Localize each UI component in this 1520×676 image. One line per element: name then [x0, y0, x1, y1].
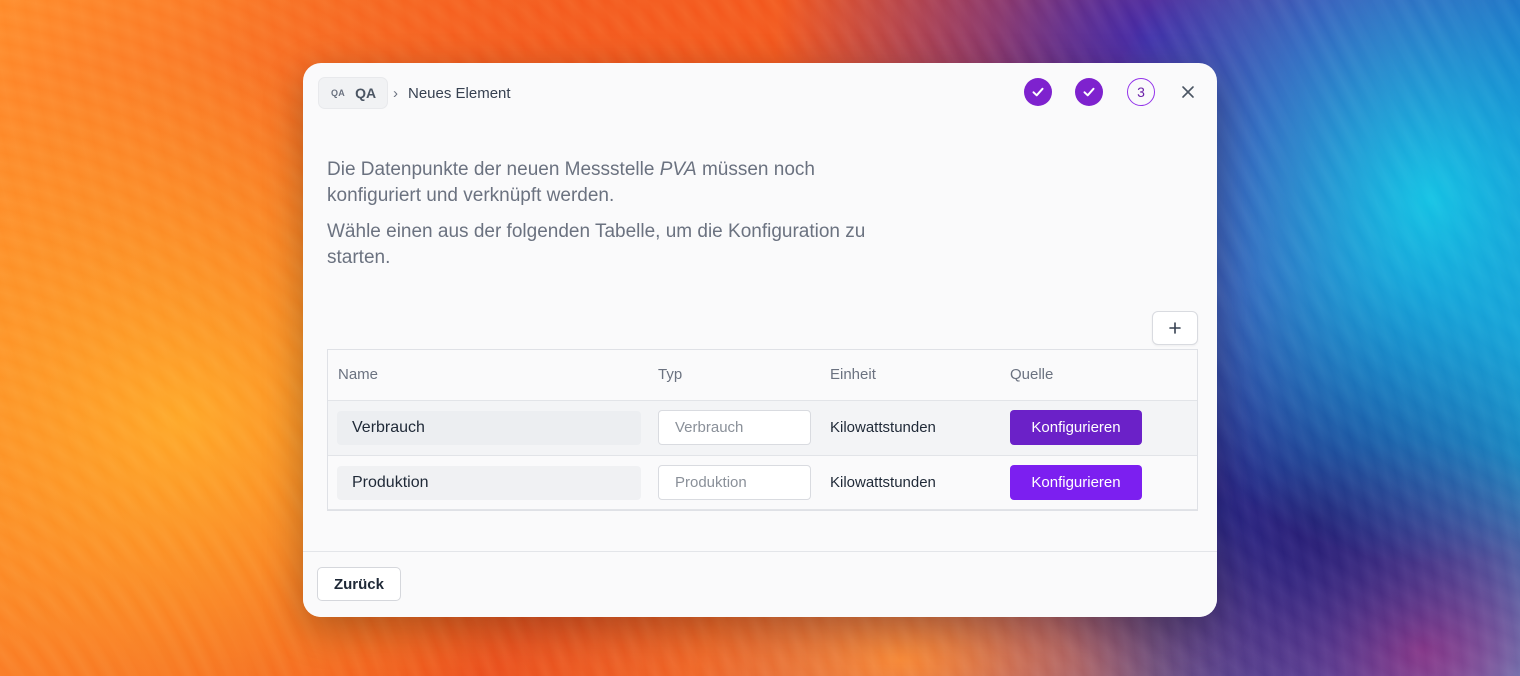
add-datapoint-button[interactable]: [1152, 311, 1198, 345]
step-number: 3: [1137, 84, 1145, 100]
check-icon: [1032, 87, 1044, 97]
intro-paragraph-1: Die Datenpunkte der neuen Messstelle PVA…: [327, 159, 815, 206]
name-field[interactable]: Produktion: [337, 466, 641, 500]
column-header-name: Name: [338, 366, 379, 383]
unit-value: Kilowattstunden: [830, 474, 936, 491]
workspace-avatar: QA: [331, 88, 346, 98]
configure-button[interactable]: Konfigurieren: [1010, 410, 1142, 445]
dialog-footer: Zurück: [303, 551, 1217, 617]
typ-field[interactable]: Produktion: [658, 465, 811, 500]
column-header-quelle: Quelle: [1010, 366, 1054, 383]
configure-button[interactable]: Konfigurieren: [1010, 465, 1142, 500]
step-1-complete: [1024, 78, 1052, 106]
dialog-header: QA QA › Neues Element 3: [303, 63, 1217, 125]
intro-text: Die Datenpunkte der neuen Messstelle PVA…: [327, 157, 887, 281]
workspace-name: QA: [355, 85, 377, 101]
close-icon: [1182, 86, 1194, 98]
table-row: Produktion Produktion Kilowattstunden Ko…: [328, 455, 1197, 510]
measuring-point-name: PVA: [659, 159, 697, 180]
unit-value: Kilowattstunden: [830, 419, 936, 436]
workspace-chip[interactable]: QA QA: [318, 77, 388, 109]
column-header-typ: Typ: [658, 366, 683, 383]
step-2-complete: [1075, 78, 1103, 106]
column-header-einheit: Einheit: [830, 366, 876, 383]
breadcrumb-current: Neues Element: [408, 85, 511, 102]
breadcrumb-chevron-icon: ›: [393, 85, 398, 102]
plus-icon: [1169, 322, 1181, 334]
typ-field[interactable]: Verbrauch: [658, 410, 811, 445]
back-button[interactable]: Zurück: [317, 567, 401, 601]
wizard-dialog: QA QA › Neues Element 3 Die Datenpunkte …: [303, 63, 1217, 617]
check-icon: [1083, 87, 1095, 97]
step-3-current: 3: [1127, 78, 1155, 106]
name-field[interactable]: Verbrauch: [337, 411, 641, 445]
datapoints-table: Name Typ Einheit Quelle Verbrauch Verbra…: [327, 349, 1198, 511]
intro-paragraph-2: Wähle einen aus der folgenden Tabelle, u…: [327, 221, 866, 268]
close-button[interactable]: [1175, 79, 1201, 105]
table-row: Verbrauch Verbrauch Kilowattstunden Konf…: [328, 400, 1197, 455]
